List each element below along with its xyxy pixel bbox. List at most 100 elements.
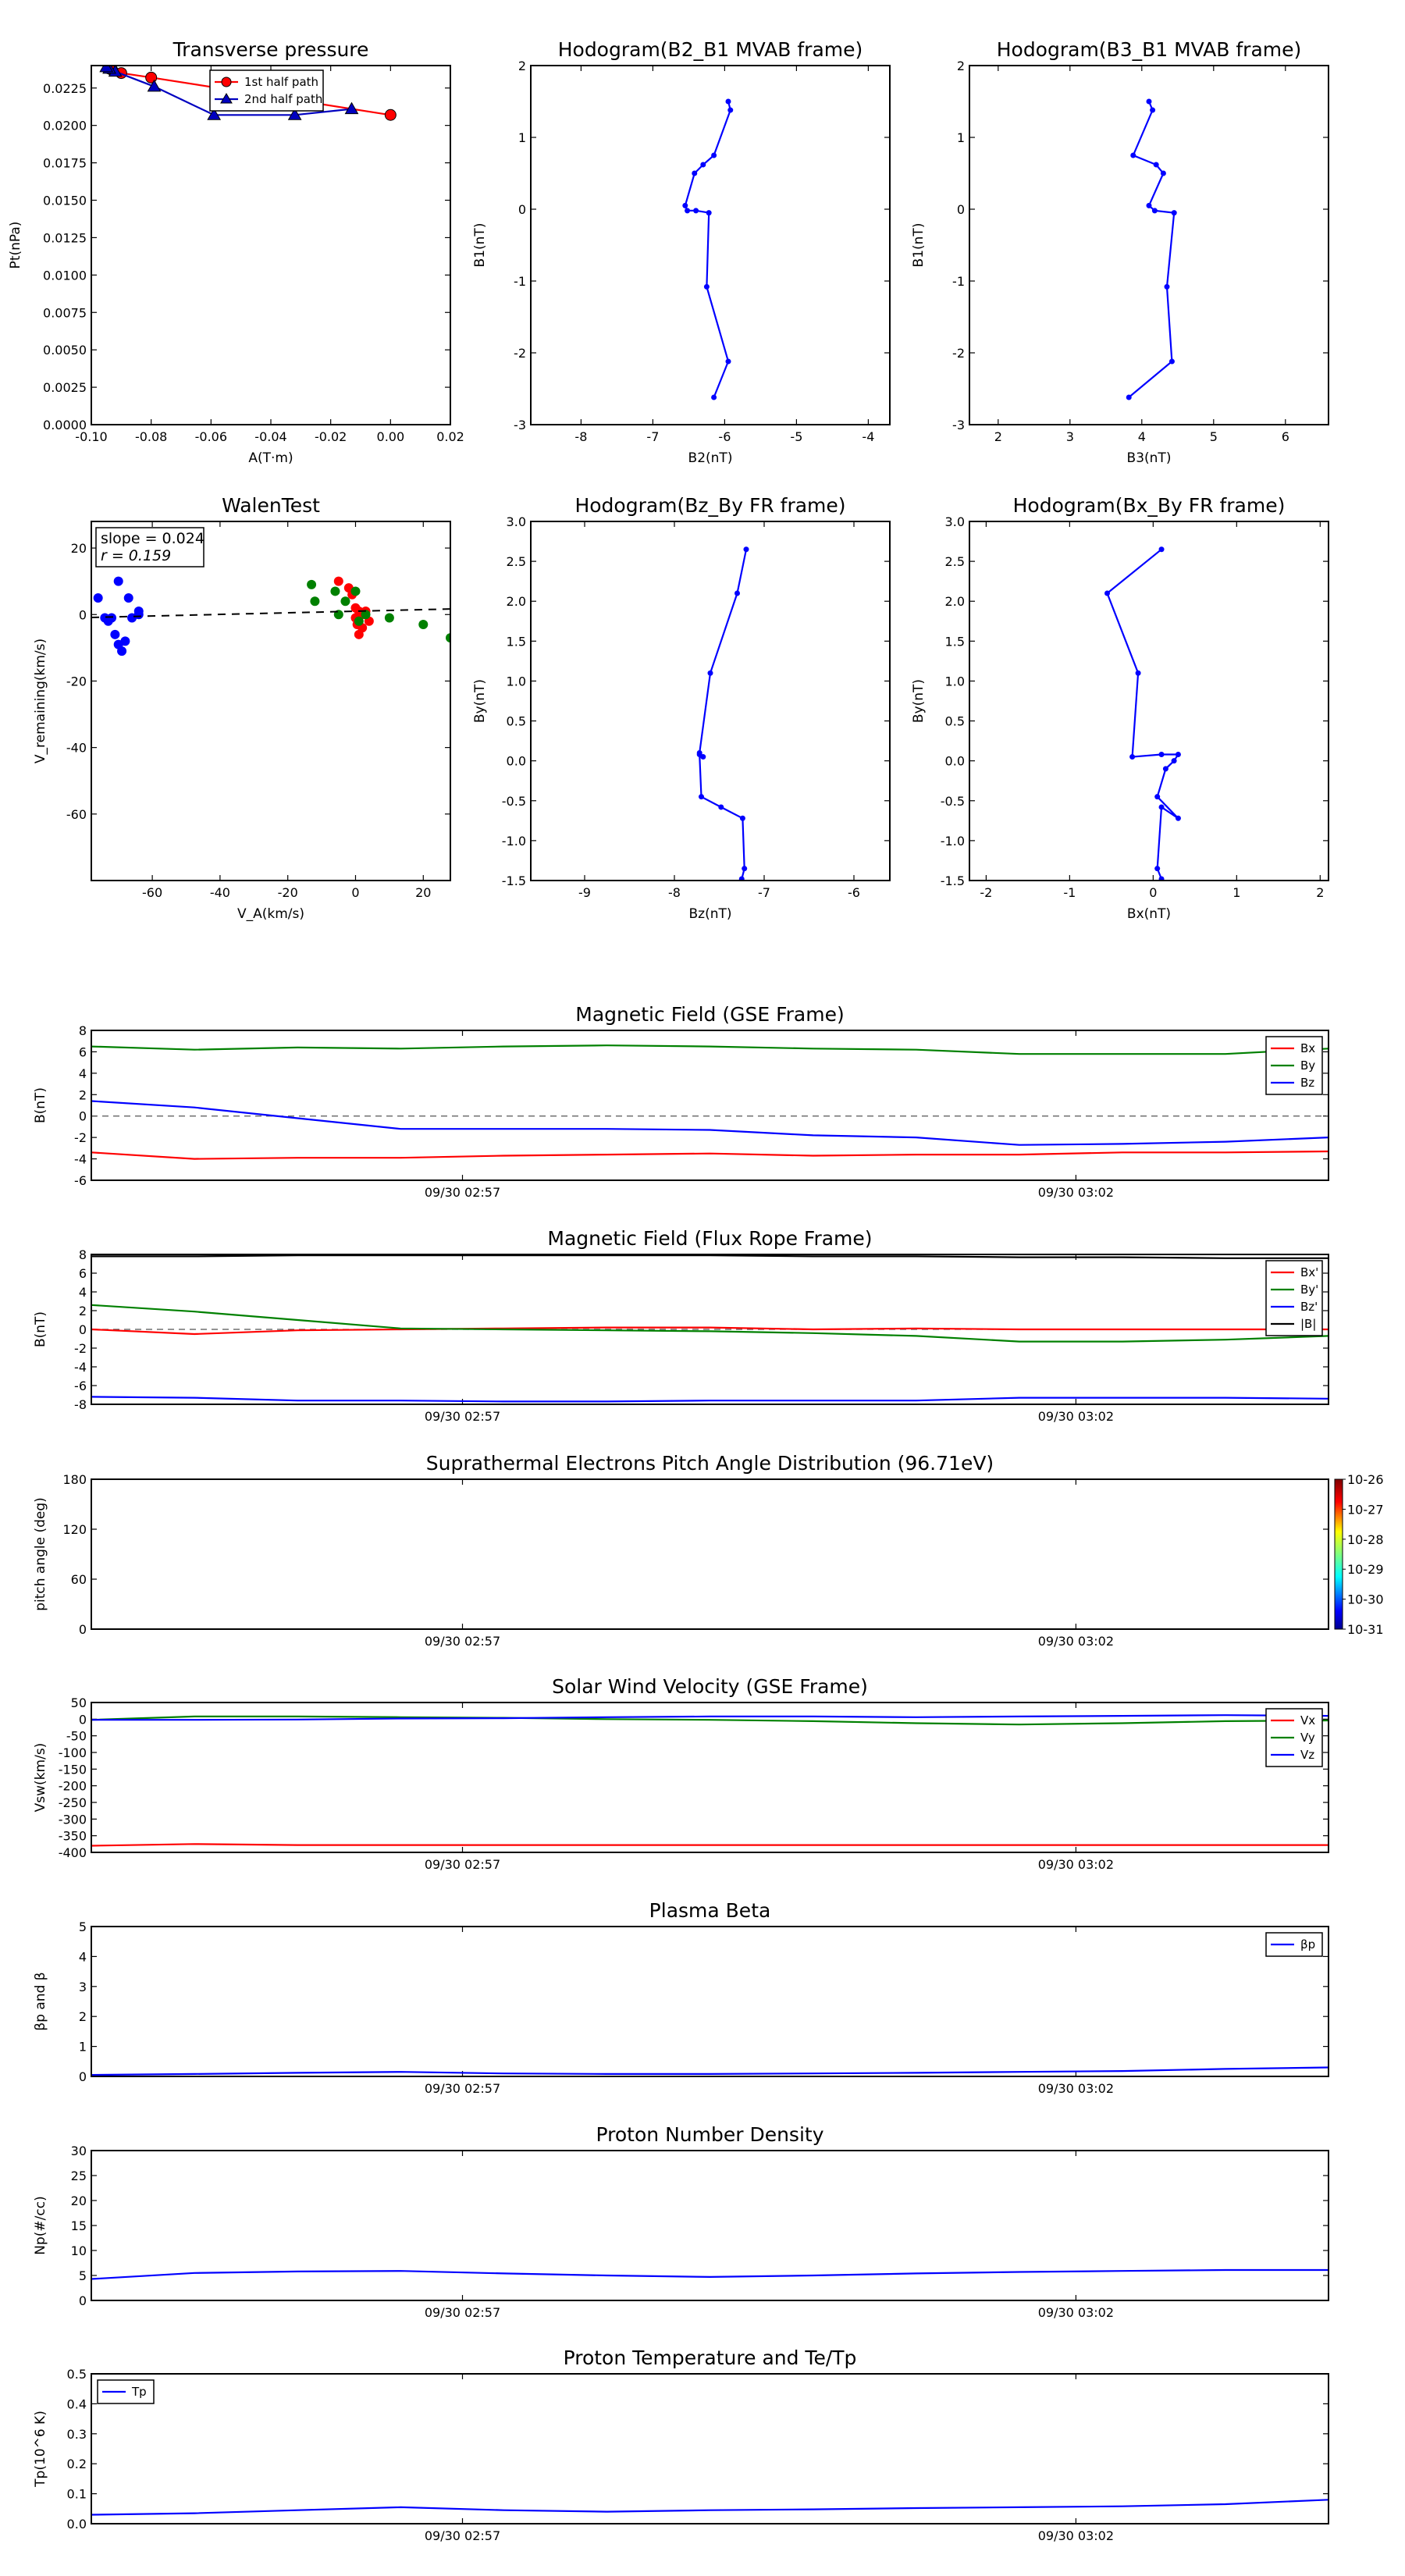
scatter-point bbox=[418, 620, 429, 630]
y-axis-label: Np(#/cc) bbox=[33, 2196, 48, 2254]
data-point bbox=[725, 98, 731, 105]
legend-label: By bbox=[1300, 1059, 1315, 1073]
x-tick-label: 09/30 02:57 bbox=[425, 2305, 500, 2320]
colorbar-label: 10-27 bbox=[1347, 1502, 1384, 1517]
y-tick-label: 0.0000 bbox=[43, 418, 87, 432]
plot-area bbox=[1104, 546, 1181, 881]
data-point bbox=[693, 208, 699, 214]
plot-frame bbox=[91, 1478, 1329, 1630]
scatter-point bbox=[340, 596, 350, 607]
x-tick-label: -60 bbox=[142, 885, 162, 900]
y-tick-label: 2 bbox=[79, 2009, 87, 2024]
data-point bbox=[1146, 202, 1152, 208]
legend-marker bbox=[221, 76, 232, 87]
y-tick-label: 0 bbox=[79, 1622, 87, 1637]
y-tick-label: -0.5 bbox=[941, 794, 965, 809]
series-line bbox=[91, 1044, 1329, 1055]
y-tick-label: -4 bbox=[74, 1360, 87, 1375]
chart-title: Transverse pressure bbox=[173, 38, 369, 61]
x-tick-label: 0.02 bbox=[436, 429, 464, 444]
y-tick-label: -6 bbox=[74, 1379, 87, 1393]
x-tick-label: 3 bbox=[1066, 429, 1074, 444]
data-point bbox=[725, 358, 731, 365]
y-tick-label: 0.0200 bbox=[43, 119, 87, 133]
y-tick-label: 0.2 bbox=[67, 2457, 87, 2471]
y-tick-label: 20 bbox=[71, 541, 87, 556]
chart-hodogram_b2_b1: Hodogram(B2_B1 MVAB frame) -8 -7 -6 -5 -4 -3 -2… bbox=[472, 38, 891, 466]
x-tick-label: 09/30 02:57 bbox=[425, 2081, 500, 2096]
scatter-point bbox=[123, 592, 133, 603]
data-point bbox=[685, 208, 691, 214]
colorbar-label: 10-31 bbox=[1347, 1622, 1384, 1637]
series-line bbox=[91, 1304, 1329, 1343]
y-axis-label: V_remaining(km/s) bbox=[33, 639, 48, 763]
data-point bbox=[1158, 546, 1165, 553]
plot-area bbox=[682, 98, 734, 400]
y-tick-label: 2.0 bbox=[507, 594, 526, 609]
series-line bbox=[699, 549, 748, 880]
y-tick-label: 0 bbox=[79, 1322, 87, 1337]
series-line bbox=[684, 101, 731, 398]
data-point bbox=[1154, 866, 1161, 872]
y-tick-label: 0.0125 bbox=[43, 230, 87, 245]
y-tick-label: 0.4 bbox=[67, 2396, 87, 2411]
data-point bbox=[696, 751, 702, 757]
y-tick-label: 8 bbox=[79, 1023, 87, 1038]
annotation-text: r = 0.159 bbox=[101, 547, 171, 564]
x-tick-label: -0.04 bbox=[254, 429, 286, 444]
y-axis-label: By(nT) bbox=[472, 679, 488, 723]
x-tick-label: 20 bbox=[415, 885, 431, 900]
chart-magnetic_field_fr: Magnetic Field (Flux Rope Frame) 09/30 02… bbox=[33, 1227, 1329, 1424]
series-line bbox=[91, 2499, 1329, 2516]
data-point bbox=[739, 815, 745, 821]
y-tick-label: 1.5 bbox=[945, 634, 965, 649]
x-tick-label: -1 bbox=[1063, 885, 1076, 900]
y-tick-label: -300 bbox=[59, 1812, 87, 1827]
chart-plasma_beta: Plasma Beta 09/30 02:57 09/30 03:02 0 1 2 3 4 5 β… bbox=[33, 1899, 1329, 2096]
y-tick-label: -2 bbox=[74, 1341, 87, 1356]
y-axis-label: pitch angle (deg) bbox=[33, 1497, 48, 1611]
y-axis-label: B1(nT) bbox=[472, 223, 488, 268]
series-line bbox=[1106, 548, 1180, 880]
plot-area bbox=[91, 2066, 1329, 2076]
colorbar bbox=[1334, 1478, 1343, 1630]
y-tick-label: 0.0 bbox=[67, 2517, 87, 2532]
y-tick-label: 1.0 bbox=[945, 674, 965, 688]
y-tick-label: 0.0100 bbox=[43, 268, 87, 283]
plot-frame bbox=[969, 521, 1329, 881]
data-point bbox=[384, 109, 397, 121]
y-tick-label: 0.0 bbox=[507, 754, 526, 769]
y-tick-label: -200 bbox=[59, 1779, 87, 1794]
x-tick-label: -2 bbox=[980, 885, 992, 900]
data-point bbox=[1150, 107, 1156, 113]
data-point bbox=[1151, 208, 1158, 214]
scatter-point bbox=[310, 596, 320, 607]
colorbar-label: 10-28 bbox=[1347, 1532, 1384, 1547]
y-axis-label: B(nT) bbox=[33, 1087, 48, 1123]
plot-frame bbox=[91, 1926, 1329, 2077]
data-point bbox=[703, 283, 710, 290]
x-tick-label: -0.08 bbox=[135, 429, 167, 444]
data-point bbox=[1160, 170, 1166, 176]
y-tick-label: -400 bbox=[59, 1845, 87, 1860]
y-tick-label: 10 bbox=[71, 2243, 87, 2258]
y-tick-label: 4 bbox=[79, 1066, 87, 1081]
y-tick-label: 0 bbox=[79, 2069, 87, 2084]
data-point bbox=[1153, 162, 1159, 168]
y-tick-label: 2 bbox=[79, 1087, 87, 1102]
data-point bbox=[682, 202, 688, 208]
x-tick-label: 0.00 bbox=[377, 429, 405, 444]
y-tick-label: -6 bbox=[74, 1173, 87, 1188]
plot-frame bbox=[91, 65, 451, 425]
data-point bbox=[1171, 758, 1177, 764]
fit-line bbox=[91, 608, 450, 618]
y-tick-label: 2 bbox=[957, 59, 965, 73]
y-tick-label: -1.5 bbox=[941, 873, 965, 888]
y-tick-label: 2 bbox=[79, 1304, 87, 1318]
x-tick-label: -0.06 bbox=[195, 429, 227, 444]
data-point bbox=[727, 107, 734, 113]
chart-hodogram_b3_b1: Hodogram(B3_B1 MVAB frame) 2 3 4 5 6 -3 -2 -1 0 1 2… bbox=[911, 38, 1329, 466]
x-tick-label: 09/30 03:02 bbox=[1038, 2528, 1114, 2543]
y-tick-label: -350 bbox=[59, 1829, 87, 1844]
y-tick-label: -1.0 bbox=[941, 834, 965, 849]
